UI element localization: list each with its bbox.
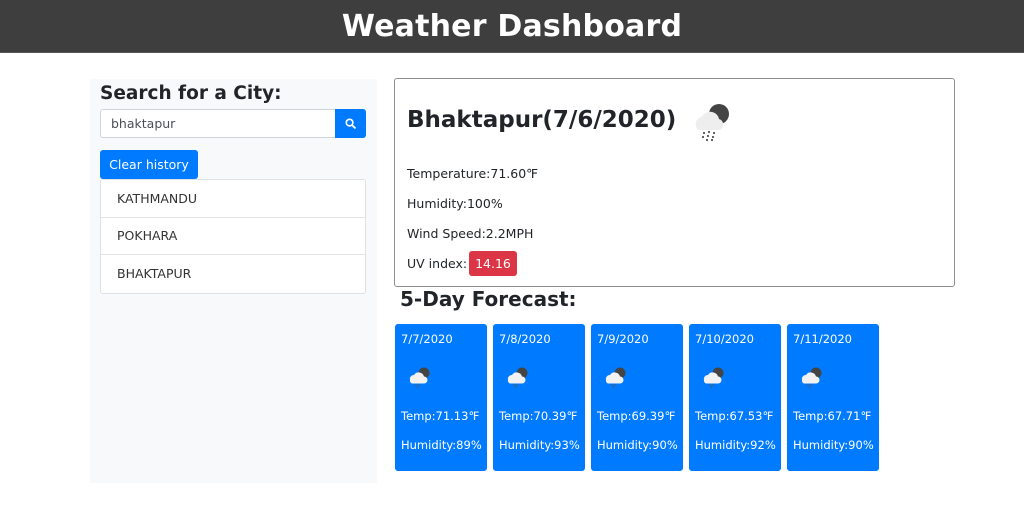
forecast-humidity: Humidity:89% (401, 438, 482, 452)
forecast-temp: Temp:67.71℉ (793, 409, 872, 423)
forecast-humidity: Humidity:92% (695, 438, 776, 452)
current-temperature: Temperature:71.60℉ (407, 166, 539, 181)
forecast-card: 7/11/2020 Temp:67.71℉ Humidity:90% (787, 324, 879, 471)
rain-cloud-moon-icon (505, 364, 531, 391)
forecast-humidity: Humidity:90% (597, 438, 678, 452)
forecast-humidity: Humidity:90% (793, 438, 874, 452)
search-sidebar: Search for a City: Clear history KATHMAN… (90, 79, 377, 483)
forecast-date: 7/9/2020 (597, 332, 649, 346)
history-item-kathmandu[interactable]: KATHMANDU (101, 180, 365, 218)
rain-cloud-moon-icon (603, 364, 629, 391)
forecast-cards: 7/7/2020 Temp:71.13℉ Humidity:89% 7/8/20… (395, 324, 879, 471)
current-city-title: Bhaktapur(7/6/2020) (407, 107, 677, 133)
current-weather-card: Bhaktapur(7/6/2020) Temperature:71.60℉ H… (394, 78, 955, 287)
search-history-list: KATHMANDU POKHARA BHAKTAPUR (100, 179, 366, 294)
forecast-date: 7/7/2020 (401, 332, 453, 346)
current-humidity: Humidity:100% (407, 196, 503, 211)
rain-cloud-moon-icon (688, 99, 734, 149)
history-item-pokhara[interactable]: POKHARA (101, 218, 365, 255)
rain-cloud-moon-icon (799, 364, 825, 391)
forecast-temp: Temp:67.53℉ (695, 409, 774, 423)
rain-cloud-moon-icon (701, 364, 727, 391)
forecast-temp: Temp:70.39℉ (499, 409, 578, 423)
forecast-temp: Temp:71.13℉ (401, 409, 480, 423)
current-wind-speed: Wind Speed:2.2MPH (407, 226, 534, 241)
search-heading: Search for a City: (100, 83, 282, 104)
uv-index-badge: 14.16 (469, 251, 517, 276)
rain-cloud-moon-icon (407, 364, 433, 391)
forecast-card: 7/9/2020 Temp:69.39℉ Humidity:90% (591, 324, 683, 471)
app-header: Weather Dashboard (0, 0, 1024, 53)
forecast-heading: 5-Day Forecast: (400, 287, 577, 311)
forecast-date: 7/8/2020 (499, 332, 551, 346)
forecast-humidity: Humidity:93% (499, 438, 580, 452)
city-search-input[interactable] (100, 109, 336, 138)
forecast-date: 7/11/2020 (793, 332, 852, 346)
history-item-bhaktapur[interactable]: BHAKTAPUR (101, 255, 365, 293)
uv-index-label: UV index: (407, 256, 468, 271)
forecast-card: 7/7/2020 Temp:71.13℉ Humidity:89% (395, 324, 487, 471)
search-icon (345, 118, 356, 129)
page-title: Weather Dashboard (341, 8, 683, 44)
search-button[interactable] (335, 109, 366, 138)
uv-index-row: UV index: 14.16 (407, 251, 517, 276)
forecast-card: 7/8/2020 Temp:70.39℉ Humidity:93% (493, 324, 585, 471)
forecast-temp: Temp:69.39℉ (597, 409, 676, 423)
forecast-card: 7/10/2020 Temp:67.53℉ Humidity:92% (689, 324, 781, 471)
forecast-date: 7/10/2020 (695, 332, 754, 346)
clear-history-button[interactable]: Clear history (100, 150, 198, 179)
